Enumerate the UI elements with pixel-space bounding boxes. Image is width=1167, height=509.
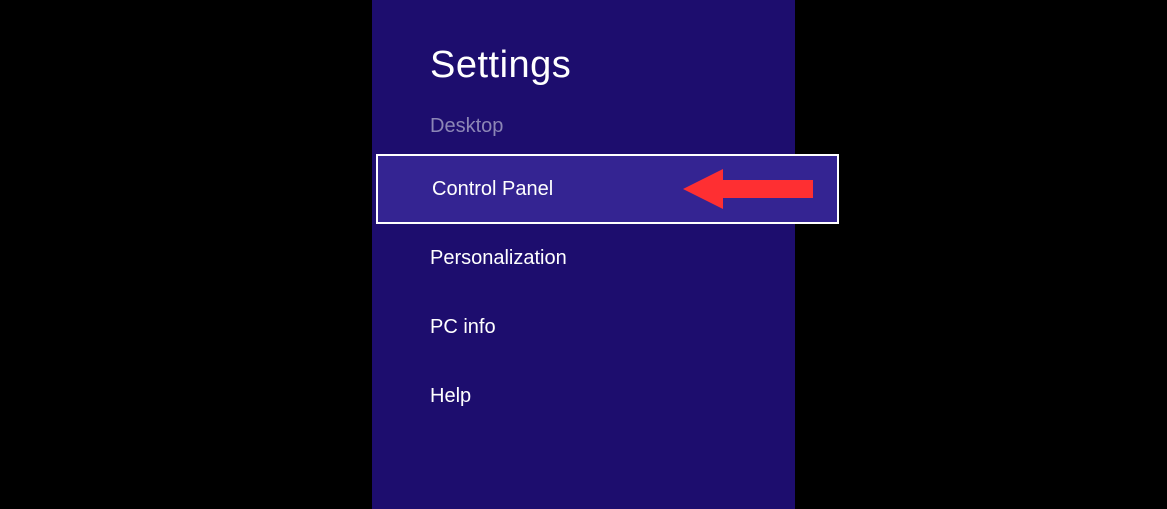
menu-item-personalization[interactable]: Personalization [372,224,795,293]
menu-item-label: Control Panel [432,178,553,201]
settings-title: Settings [372,44,795,87]
menu-item-control-panel[interactable]: Control Panel [376,154,839,224]
menu-item-label: PC info [430,316,496,339]
menu-item-help[interactable]: Help [372,362,795,431]
settings-context-label: Desktop [372,115,795,138]
settings-menu: Control Panel Personalization PC info He… [372,154,795,431]
menu-item-label: Personalization [430,247,567,270]
menu-item-pc-info[interactable]: PC info [372,293,795,362]
callout-arrow-icon [683,169,813,209]
settings-charm-panel: Settings Desktop Control Panel Personali… [372,0,795,509]
menu-item-label: Help [430,385,471,408]
